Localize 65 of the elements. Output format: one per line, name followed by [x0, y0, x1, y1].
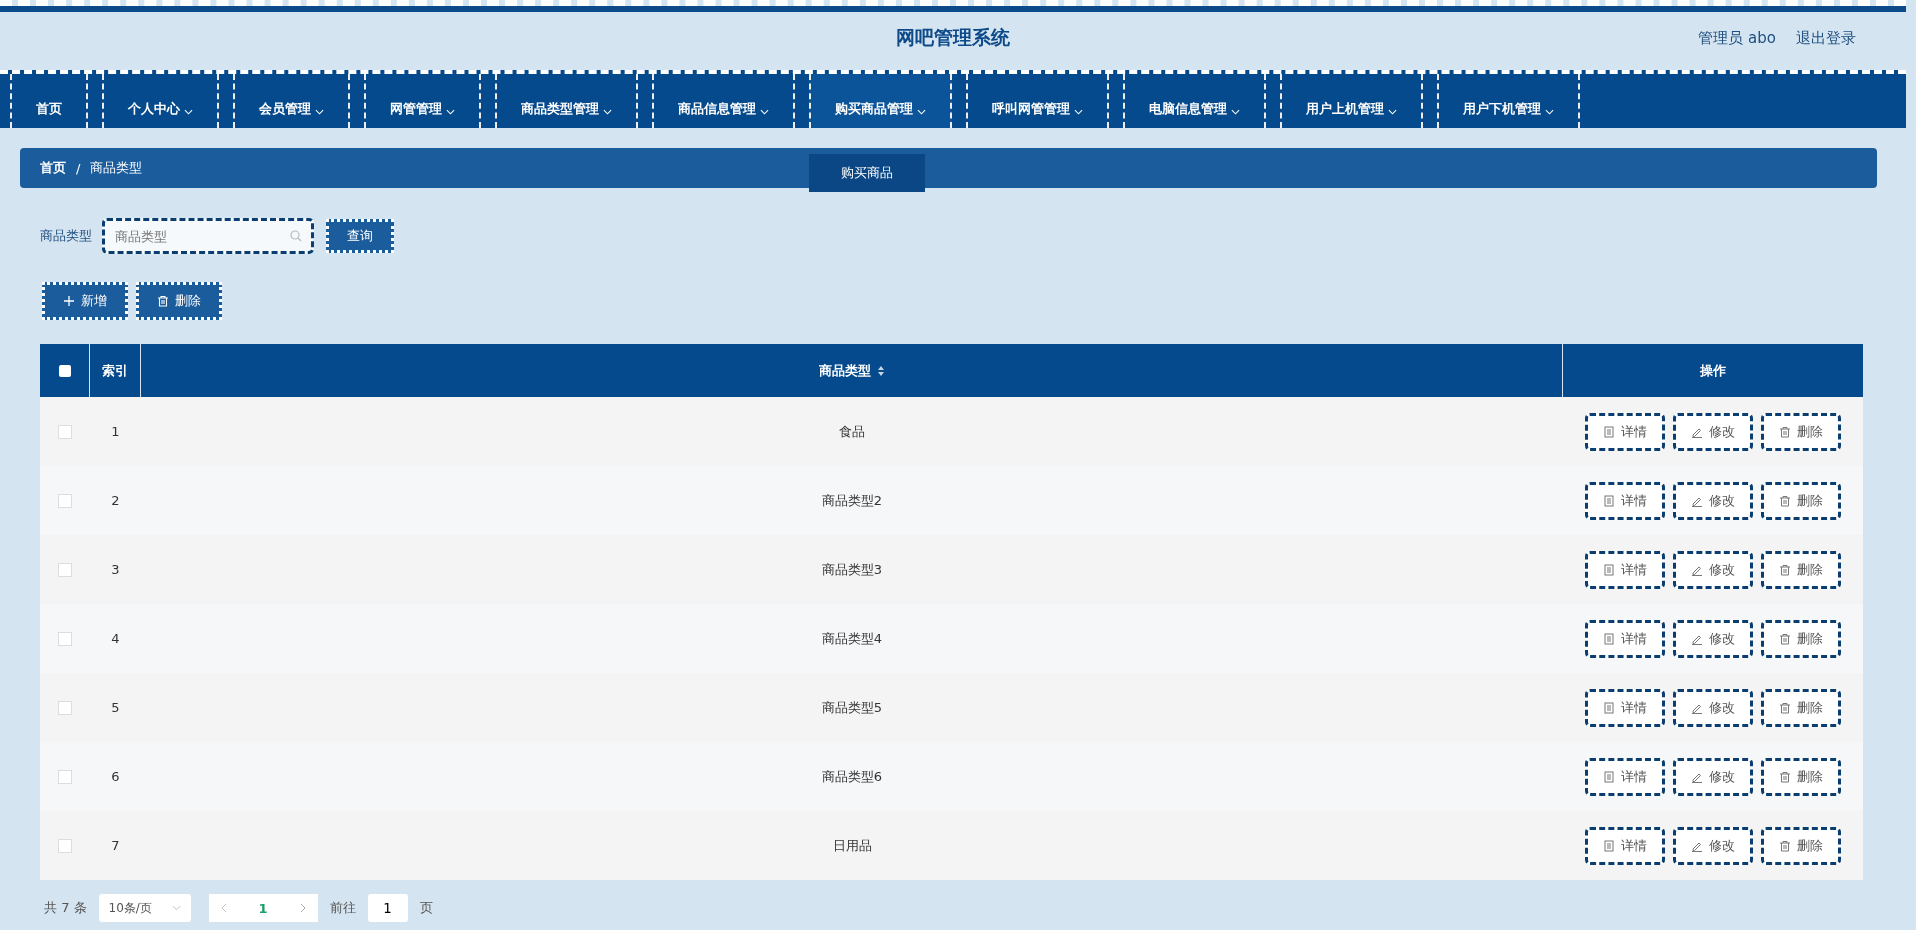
column-header: 操作 [1699, 361, 1727, 380]
nav-item[interactable]: 会员管理 [233, 74, 350, 128]
total-count: 共 7 条 [44, 899, 87, 917]
nav-item[interactable]: 购买商品管理 [809, 74, 952, 128]
detail-button[interactable]: 详情 [1585, 619, 1665, 658]
table-cell-text: 4 [110, 630, 121, 648]
table-cell-text: 商品类型6 [820, 767, 884, 786]
logout-link[interactable]: 退出登录 [1796, 28, 1856, 48]
delete-button[interactable]: 删除 [1761, 619, 1841, 658]
delete-button[interactable]: 删除 [1761, 826, 1841, 865]
breadcrumb-item: 商品类型 [90, 159, 143, 177]
edit-button[interactable]: 修改 [1673, 757, 1753, 796]
page-unit-label: 页 [419, 899, 433, 917]
query-button[interactable]: 查询 [326, 219, 394, 253]
nav-item[interactable]: 商品信息管理 [652, 74, 795, 128]
user-name: 管理员 abo [1698, 28, 1776, 48]
table-cell-text: 日用品 [831, 836, 873, 855]
edit-button[interactable]: 修改 [1673, 550, 1753, 589]
table-cell-text: 1 [110, 423, 121, 441]
search-field[interactable]: 商品类型 [102, 218, 314, 254]
goto-page-field[interactable]: 1 [367, 894, 408, 922]
detail-button[interactable]: 详情 [1585, 550, 1665, 589]
table-cell-text: 5 [110, 699, 121, 717]
app-title: 网吧管理系统 [896, 25, 1010, 50]
nav-item[interactable]: 用户上机管理 [1280, 74, 1423, 128]
delete-button[interactable]: 删除 [1761, 757, 1841, 796]
delete-button[interactable]: 删除 [1761, 412, 1841, 451]
table-cell-text: 商品类型5 [820, 698, 884, 717]
nav-item[interactable]: 首页 [10, 74, 88, 128]
column-header: 商品类型 [818, 361, 871, 380]
table-cell-text: 商品类型4 [820, 629, 884, 648]
nav-item[interactable]: 商品类型管理 [495, 74, 638, 128]
nav-item[interactable]: 网管管理 [364, 74, 481, 128]
dropdown-item[interactable]: 购买商品 [809, 154, 925, 192]
search-label: 商品类型 [40, 227, 92, 245]
table-cell-text: 2 [110, 492, 121, 510]
delete-button[interactable]: 删除 [1761, 481, 1841, 520]
table-cell-text: 3 [110, 561, 121, 579]
nav-item[interactable]: 呼叫网管管理 [966, 74, 1109, 128]
detail-button[interactable]: 详情 [1585, 826, 1665, 865]
detail-button[interactable]: 详情 [1585, 688, 1665, 727]
detail-button[interactable]: 详情 [1585, 481, 1665, 520]
page-size-select[interactable]: 10条/页 [98, 894, 191, 922]
goto-label: 前往 [329, 899, 356, 917]
add-button[interactable]: 新增 [42, 282, 128, 320]
delete-button[interactable]: 删除 [1761, 688, 1841, 727]
table-cell-text: 商品类型3 [820, 560, 884, 579]
edit-button[interactable]: 修改 [1673, 412, 1753, 451]
delete-button[interactable]: 删除 [1761, 550, 1841, 589]
breadcrumb-item[interactable]: 首页 [40, 159, 66, 177]
nav-item[interactable]: 用户下机管理 [1437, 74, 1580, 128]
breadcrumb-separator: / [76, 160, 81, 176]
edit-button[interactable]: 修改 [1673, 481, 1753, 520]
table-cell-text: 6 [110, 768, 121, 786]
nav-item[interactable]: 电脑信息管理 [1123, 74, 1266, 128]
nav-item[interactable]: 个人中心 [102, 74, 219, 128]
edit-button[interactable]: 修改 [1673, 619, 1753, 658]
table-cell-text: 7 [110, 837, 121, 855]
edit-button[interactable]: 修改 [1673, 826, 1753, 865]
delete-button[interactable]: 删除 [136, 282, 222, 320]
detail-button[interactable]: 详情 [1585, 412, 1665, 451]
table-cell-text: 商品类型2 [820, 491, 884, 510]
table-cell-text: 食品 [838, 422, 866, 441]
detail-button[interactable]: 详情 [1585, 757, 1665, 796]
edit-button[interactable]: 修改 [1673, 688, 1753, 727]
